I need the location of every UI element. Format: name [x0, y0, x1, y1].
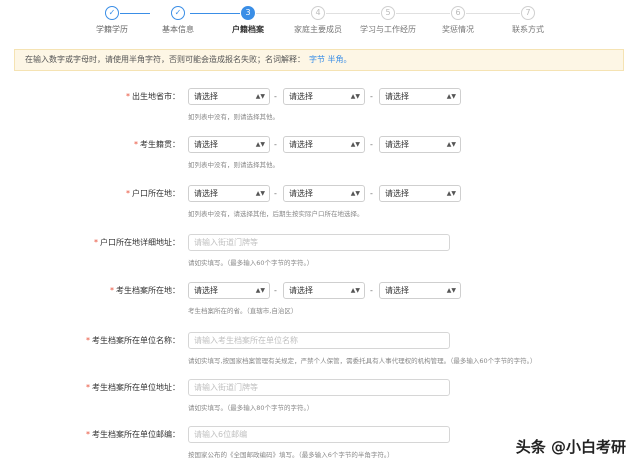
chevron-updown-icon: ▲▼: [350, 287, 360, 294]
step-label: 户籍档案: [232, 25, 264, 34]
step-2[interactable]: ✓ 基本信息: [138, 6, 218, 35]
birthplace-city-select[interactable]: 请选择 ▲▼: [283, 88, 365, 105]
step-4[interactable]: 4 家庭主要成员: [278, 6, 358, 35]
separator: -: [370, 140, 373, 149]
hukou-address-input[interactable]: 请输入街道门牌等: [188, 234, 450, 251]
archive-province-select[interactable]: 请选择 ▲▼: [188, 282, 270, 299]
chevron-updown-icon: ▲▼: [350, 190, 360, 197]
archive-zip-hint: 按国家公布的《全国邮政编码》填写。（最多输入6个字节的半角字符。）: [188, 451, 394, 459]
archive-unit-label: * 考生档案所在单位名称：: [86, 336, 180, 345]
step-7[interactable]: 7 联系方式: [488, 6, 568, 35]
archive-location-hint: 考生档案所在的省。（直辖市,自治区）: [188, 307, 298, 315]
step-number: 4: [311, 6, 325, 20]
hukou-hint: 如列表中没有，请选择其他，后期生按实际户口所在地选择。: [188, 210, 364, 218]
step-label: 学习与工作经历: [360, 25, 416, 34]
step-label: 基本信息: [162, 25, 194, 34]
step-number: 3: [241, 6, 255, 20]
separator: -: [370, 92, 373, 101]
birthplace-hint: 如列表中没有，则请选择其他。: [188, 113, 279, 121]
hukou-county-select[interactable]: 请选择 ▲▼: [379, 185, 461, 202]
step-number: 5: [381, 6, 395, 20]
native-city-select[interactable]: 请选择 ▲▼: [283, 136, 365, 153]
archive-address-hint: 请如实填写。（最多输入80个字节的字符。）: [188, 404, 314, 412]
chevron-updown-icon: ▲▼: [446, 287, 456, 294]
archive-address-input[interactable]: 请输入街道门牌等: [188, 379, 450, 396]
archive-unit-input[interactable]: 请输入考生档案所在单位名称: [188, 332, 450, 349]
chevron-updown-icon: ▲▼: [255, 287, 265, 294]
chevron-updown-icon: ▲▼: [446, 190, 456, 197]
step-number: 6: [451, 6, 465, 20]
birthplace-province-select[interactable]: 请选择 ▲▼: [188, 88, 270, 105]
step-5[interactable]: 5 学习与工作经历: [348, 6, 428, 35]
hukou-label: * 户口所在地：: [126, 189, 180, 198]
chevron-updown-icon: ▲▼: [350, 141, 360, 148]
archive-county-select[interactable]: 请选择 ▲▼: [379, 282, 461, 299]
step-label: 联系方式: [512, 25, 544, 34]
step-number: 7: [521, 6, 535, 20]
hukou-province-select[interactable]: 请选择 ▲▼: [188, 185, 270, 202]
archive-unit-hint: 请如实填写,按国家档案管理有关规定，严禁个人保管，需委托具有人事代理权的机构管理…: [188, 357, 537, 365]
chevron-updown-icon: ▲▼: [446, 141, 456, 148]
step-label: 家庭主要成员: [294, 25, 342, 34]
native-place-label: * 考生籍贯：: [134, 140, 180, 149]
step-3[interactable]: 3 户籍档案: [208, 6, 288, 35]
native-place-hint: 如列表中没有，则请选择其他。: [188, 161, 279, 169]
chevron-updown-icon: ▲▼: [255, 141, 265, 148]
archive-city-select[interactable]: 请选择 ▲▼: [283, 282, 365, 299]
separator: -: [274, 92, 277, 101]
hukou-city-select[interactable]: 请选择 ▲▼: [283, 185, 365, 202]
birthplace-county-select[interactable]: 请选择 ▲▼: [379, 88, 461, 105]
native-province-select[interactable]: 请选择 ▲▼: [188, 136, 270, 153]
chevron-updown-icon: ▲▼: [255, 93, 265, 100]
separator: -: [274, 140, 277, 149]
check-icon: ✓: [171, 6, 185, 20]
archive-zip-label: * 考生档案所在单位邮编：: [86, 430, 180, 439]
notice-banner: 在输入数字或字母时，请使用半角字符，否则可能会造成报名失败；名词解释： 字节 半角…: [14, 49, 624, 71]
separator: -: [370, 189, 373, 198]
birthplace-label: * 出生地省市：: [126, 92, 180, 101]
check-icon: ✓: [105, 6, 119, 20]
hukou-address-label: * 户口所在地详细地址：: [94, 238, 180, 247]
native-county-select[interactable]: 请选择 ▲▼: [379, 136, 461, 153]
chevron-updown-icon: ▲▼: [446, 93, 456, 100]
separator: -: [370, 286, 373, 295]
archive-zip-input[interactable]: 请输入6位邮编: [188, 426, 450, 443]
glossary-link[interactable]: 字节 半角。: [309, 55, 352, 64]
separator: -: [274, 189, 277, 198]
archive-location-label: * 考生档案所在地：: [110, 286, 180, 295]
chevron-updown-icon: ▲▼: [255, 190, 265, 197]
notice-text: 在输入数字或字母时，请使用半角字符，否则可能会造成报名失败；名词解释：: [25, 55, 305, 64]
step-label: 奖惩情况: [442, 25, 474, 34]
step-indicator: ✓ 学籍学历 ✓ 基本信息 3 户籍档案 4 家庭主要成员 5 学习与工作经历 …: [0, 0, 640, 42]
step-6[interactable]: 6 奖惩情况: [418, 6, 498, 35]
watermark: 头条 @小白考研: [515, 438, 626, 456]
separator: -: [274, 286, 277, 295]
hukou-address-hint: 请如实填写。（最多输入60个字节的字符。）: [188, 259, 314, 267]
chevron-updown-icon: ▲▼: [350, 93, 360, 100]
archive-address-label: * 考生档案所在单位地址：: [86, 383, 180, 392]
